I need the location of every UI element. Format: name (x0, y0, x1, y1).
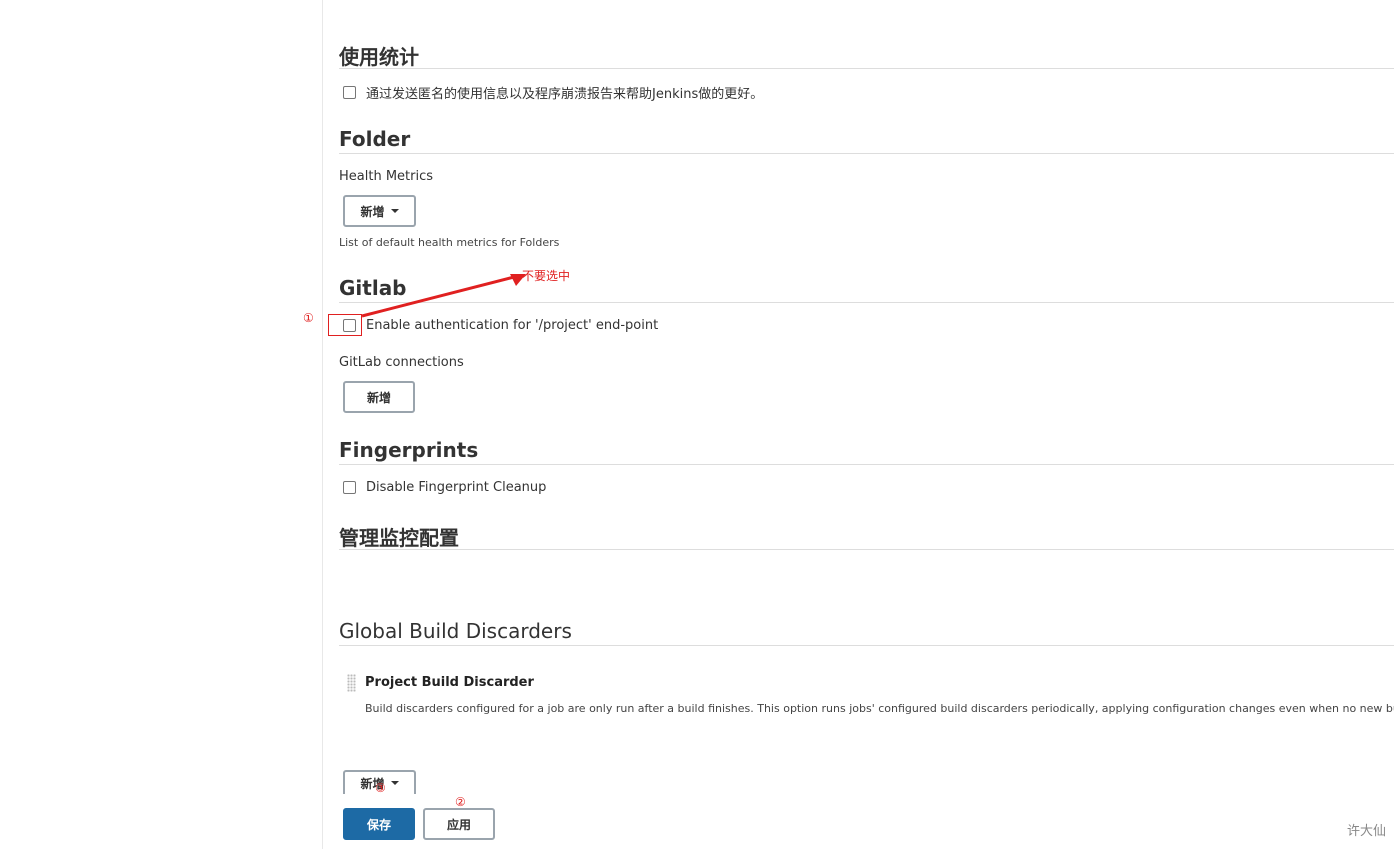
section-title-monitoring: 管理监控配置 (339, 526, 459, 550)
apply-button-label: 应用 (446, 817, 471, 832)
fingerprint-cleanup-checkbox[interactable] (343, 481, 356, 494)
section-divider (339, 68, 1394, 69)
usage-stats-row: 通过发送匿名的使用信息以及程序崩溃报告来帮助Jenkins做的更好。 (343, 83, 763, 102)
fingerprint-cleanup-row: Disable Fingerprint Cleanup (343, 480, 546, 495)
drag-handle-icon[interactable] (347, 674, 356, 692)
usage-stats-checkbox[interactable] (343, 86, 356, 99)
apply-button[interactable]: 应用 (423, 808, 495, 840)
annotation-marker-2: ② (455, 795, 466, 809)
chevron-down-icon (390, 209, 399, 213)
gitlab-add-button-label: 新增 (366, 390, 391, 405)
health-metrics-label: Health Metrics (339, 169, 434, 184)
section-title-usage: 使用统计 (339, 45, 419, 69)
section-title-discarders: Global Build Discarders (339, 619, 572, 643)
health-metrics-help: List of default health metrics for Folde… (339, 236, 560, 249)
folder-add-button-label: 新增 (360, 204, 385, 219)
folder-add-button[interactable]: 新增 (343, 195, 416, 227)
usage-stats-label: 通过发送匿名的使用信息以及程序崩溃报告来帮助Jenkins做的更好。 (366, 87, 764, 102)
annotation-arrow (361, 274, 526, 318)
watermark: 许大仙 (1346, 824, 1386, 839)
annotation-note: 不要选中 (522, 269, 571, 283)
config-form: 使用统计 通过发送匿名的使用信息以及程序崩溃报告来帮助Jenkins做的更好。 … (339, 0, 1394, 849)
section-divider (339, 153, 1394, 154)
gitlab-connections-label: GitLab connections (339, 355, 464, 370)
gitlab-add-button[interactable]: 新增 (343, 381, 415, 413)
section-divider (339, 645, 1394, 646)
save-button-label: 保存 (366, 817, 391, 832)
left-sidebar (0, 0, 323, 849)
annotation-highlight-box (328, 314, 362, 336)
annotation-marker-3: ③ (375, 781, 386, 795)
annotation-marker-1: ① (303, 311, 314, 325)
project-build-discarder-title: Project Build Discarder (365, 675, 534, 690)
save-button[interactable]: 保存 (343, 808, 415, 840)
chevron-down-icon (390, 781, 399, 785)
section-divider (339, 549, 1394, 550)
fingerprint-cleanup-label: Disable Fingerprint Cleanup (366, 480, 547, 495)
section-title-folder: Folder (339, 127, 411, 151)
section-divider (339, 464, 1394, 465)
section-title-fingerprints: Fingerprints (339, 438, 479, 462)
project-build-discarder-desc: Build discarders configured for a job ar… (365, 702, 1394, 715)
